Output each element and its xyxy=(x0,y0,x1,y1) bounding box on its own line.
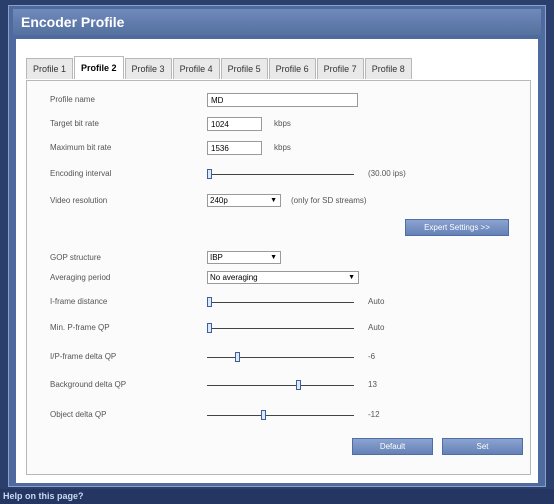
default-button[interactable]: Default xyxy=(352,438,433,455)
max-bit-rate-row: Maximum bit rate 1536 kbps xyxy=(27,141,530,159)
set-button[interactable]: Set xyxy=(442,438,523,455)
min-p-frame-qp-value: Auto xyxy=(368,323,385,332)
video-resolution-select[interactable]: 240p ▼ xyxy=(207,194,281,207)
background-delta-qp-label: Background delta QP xyxy=(50,380,127,389)
i-frame-distance-thumb[interactable] xyxy=(207,297,212,307)
page-title: Encoder Profile xyxy=(13,9,541,35)
background-delta-qp-thumb[interactable] xyxy=(296,380,301,390)
main-panel: Profile 1 Profile 2 Profile 3 Profile 4 … xyxy=(16,39,538,483)
max-bit-rate-input[interactable]: 1536 xyxy=(207,141,262,155)
profile-settings-form: Profile name MD Target bit rate 1024 kbp… xyxy=(26,80,531,475)
encoding-interval-label: Encoding interval xyxy=(50,169,112,178)
object-delta-qp-value: -12 xyxy=(368,410,380,419)
min-p-frame-qp-thumb[interactable] xyxy=(207,323,212,333)
ip-frame-delta-qp-label: I/P-frame delta QP xyxy=(50,352,117,361)
tab-profile-2[interactable]: Profile 2 xyxy=(74,56,124,79)
averaging-period-select[interactable]: No averaging ▼ xyxy=(207,271,359,284)
chevron-down-icon: ▼ xyxy=(270,254,277,261)
background-delta-qp-slider[interactable] xyxy=(207,380,354,390)
tab-profile-3[interactable]: Profile 3 xyxy=(124,58,172,79)
averaging-period-label: Averaging period xyxy=(50,273,111,282)
tab-profile-5[interactable]: Profile 5 xyxy=(220,58,268,79)
max-bit-rate-label: Maximum bit rate xyxy=(50,143,112,152)
ip-frame-delta-qp-thumb[interactable] xyxy=(235,352,240,362)
object-delta-qp-thumb[interactable] xyxy=(261,410,266,420)
background-delta-qp-row: Background delta QP 13 xyxy=(27,378,530,396)
video-resolution-label: Video resolution xyxy=(50,196,108,205)
chevron-down-icon: ▼ xyxy=(270,197,277,204)
background-delta-qp-value: 13 xyxy=(368,380,377,389)
target-bit-rate-row: Target bit rate 1024 kbps xyxy=(27,117,530,135)
expert-settings-button[interactable]: Expert Settings >> xyxy=(405,219,509,236)
encoding-interval-row: Encoding interval (30.00 ips) xyxy=(27,167,530,185)
min-p-frame-qp-row: Min. P-frame QP Auto xyxy=(27,321,530,339)
max-bit-rate-unit: kbps xyxy=(274,143,291,152)
min-p-frame-qp-label: Min. P-frame QP xyxy=(50,323,110,332)
gop-structure-value: IBP xyxy=(210,253,223,262)
tab-profile-1[interactable]: Profile 1 xyxy=(26,58,74,79)
video-resolution-value: 240p xyxy=(210,196,228,205)
gop-structure-select[interactable]: IBP ▼ xyxy=(207,251,281,264)
i-frame-distance-row: I-frame distance Auto xyxy=(27,295,530,313)
gop-structure-label: GOP structure xyxy=(50,253,101,262)
encoder-profile-window: Encoder Profile Profile 1 Profile 2 Prof… xyxy=(8,5,546,487)
profile-name-row: Profile name MD xyxy=(27,93,530,111)
tab-profile-6[interactable]: Profile 6 xyxy=(268,58,316,79)
encoding-interval-value: (30.00 ips) xyxy=(368,169,406,178)
tab-profile-8[interactable]: Profile 8 xyxy=(364,58,412,79)
profile-tabs: Profile 1 Profile 2 Profile 3 Profile 4 … xyxy=(26,56,413,80)
object-delta-qp-label: Object delta QP xyxy=(50,410,107,419)
i-frame-distance-slider[interactable] xyxy=(207,297,354,307)
object-delta-qp-row: Object delta QP -12 xyxy=(27,408,530,426)
target-bit-rate-input[interactable]: 1024 xyxy=(207,117,262,131)
ip-frame-delta-qp-row: I/P-frame delta QP -6 xyxy=(27,350,530,368)
averaging-period-value: No averaging xyxy=(210,273,258,282)
help-link[interactable]: Help on this page? xyxy=(0,489,554,504)
averaging-period-row: Averaging period No averaging ▼ xyxy=(27,271,530,289)
tab-profile-7[interactable]: Profile 7 xyxy=(316,58,364,79)
target-bit-rate-label: Target bit rate xyxy=(50,119,99,128)
profile-name-input[interactable]: MD xyxy=(207,93,358,107)
encoding-interval-thumb[interactable] xyxy=(207,169,212,179)
object-delta-qp-slider[interactable] xyxy=(207,410,354,420)
profile-name-label: Profile name xyxy=(50,95,95,104)
ip-frame-delta-qp-slider[interactable] xyxy=(207,352,354,362)
gop-structure-row: GOP structure IBP ▼ xyxy=(27,251,530,269)
video-resolution-note: (only for SD streams) xyxy=(291,196,367,205)
i-frame-distance-label: I-frame distance xyxy=(50,297,108,306)
chevron-down-icon: ▼ xyxy=(348,274,355,281)
i-frame-distance-value: Auto xyxy=(368,297,385,306)
min-p-frame-qp-slider[interactable] xyxy=(207,323,354,333)
tab-profile-4[interactable]: Profile 4 xyxy=(172,58,220,79)
target-bit-rate-unit: kbps xyxy=(274,119,291,128)
video-resolution-row: Video resolution 240p ▼ (only for SD str… xyxy=(27,194,530,212)
ip-frame-delta-qp-value: -6 xyxy=(368,352,376,361)
encoding-interval-slider[interactable] xyxy=(207,169,354,179)
